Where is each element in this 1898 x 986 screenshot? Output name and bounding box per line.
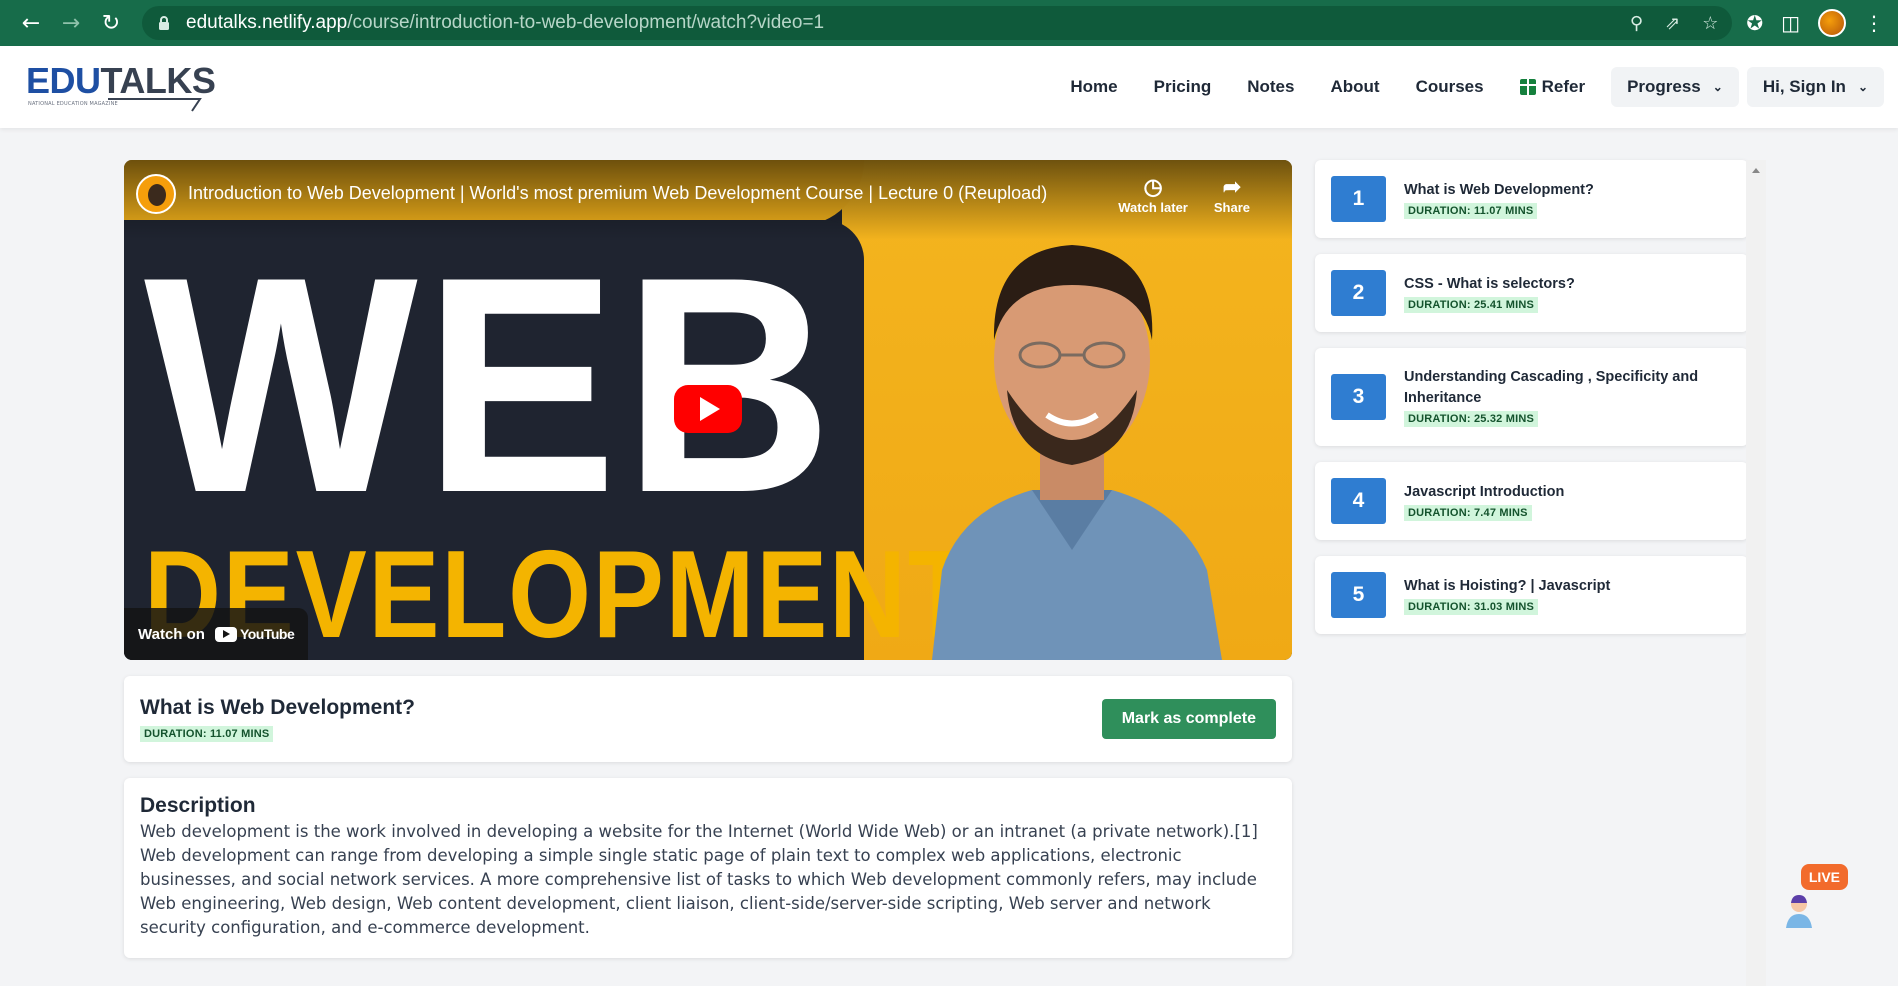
mark-complete-button[interactable]: Mark as complete (1101, 699, 1276, 739)
chevron-down-icon: ⌄ (1712, 80, 1723, 94)
url-text: edutalks.netlify.app/course/introduction… (186, 12, 825, 33)
main-content: WEB DEVELOPMENT Introduction to Web Deve… (124, 160, 1292, 958)
address-bar[interactable]: edutalks.netlify.app/course/introduction… (142, 6, 1733, 40)
forward-arrow-icon[interactable]: → (54, 6, 88, 40)
description-heading: Description (140, 794, 256, 817)
clock-icon: ◷ (1143, 174, 1163, 199)
thumbnail-web-text: WEB (144, 213, 839, 557)
scroll-up-arrow-icon[interactable] (1752, 168, 1760, 173)
description-text: Web development is the work involved in … (140, 822, 1258, 937)
progress-dropdown[interactable]: Progress ⌄ (1611, 67, 1739, 107)
extensions-puzzle-icon[interactable]: ✪ (1746, 11, 1763, 35)
video-title[interactable]: Introduction to Web Development | World'… (188, 183, 1047, 204)
description-card: Description Web development is the work … (124, 778, 1292, 958)
main-nav: Home Pricing Notes About Courses Refer P… (1052, 67, 1884, 107)
live-badge: LIVE (1800, 864, 1848, 890)
current-lesson-card: What is Web Development? DURATION: 11.07… (124, 676, 1292, 762)
reload-icon[interactable]: ↻ (94, 6, 128, 40)
chevron-down-icon: ⌄ (1857, 80, 1868, 94)
current-lesson-title: What is Web Development? (140, 696, 415, 719)
nav-pricing[interactable]: Pricing (1136, 77, 1230, 97)
duration-badge: DURATION: 25.41 MINS (1404, 296, 1539, 313)
duration-badge: DURATION: 25.32 MINS (1404, 411, 1539, 427)
watch-on-youtube-link[interactable]: Watch on YouTube (124, 608, 309, 660)
share-button[interactable]: ➦ Share (1214, 174, 1250, 215)
browser-toolbar: ← → ↻ edutalks.netlify.app/course/introd… (0, 0, 1898, 46)
nav-about[interactable]: About (1312, 77, 1397, 97)
gift-icon (1519, 79, 1536, 95)
profile-avatar-icon[interactable] (1818, 9, 1846, 37)
signin-dropdown[interactable]: Hi, Sign In ⌄ (1746, 67, 1884, 107)
playlist-scrollbar[interactable] (1746, 160, 1766, 986)
nav-courses[interactable]: Courses (1398, 77, 1502, 97)
duration-badge: DURATION: 11.07 MINS (140, 726, 274, 742)
nav-refer[interactable]: Refer (1502, 77, 1603, 97)
live-chat-widget[interactable]: LIVE (1784, 864, 1848, 928)
nav-notes[interactable]: Notes (1229, 77, 1312, 97)
play-button[interactable] (674, 385, 742, 433)
playlist-item[interactable]: 3 Understanding Cascading , Specificity … (1315, 348, 1748, 446)
duration-badge: DURATION: 31.03 MINS (1404, 598, 1539, 615)
side-panel-icon[interactable]: ◫ (1781, 11, 1800, 35)
presenter-image (932, 245, 1222, 660)
share-page-icon[interactable]: ⇗ (1665, 13, 1680, 34)
duration-badge: DURATION: 11.07 MINS (1404, 202, 1538, 219)
youtube-logo-icon: YouTube (214, 626, 295, 642)
support-agent-icon (1786, 895, 1812, 928)
zoom-icon[interactable]: ⚲ (1630, 13, 1643, 34)
channel-avatar[interactable] (136, 174, 176, 214)
bookmark-star-icon[interactable]: ☆ (1702, 13, 1718, 34)
nav-home[interactable]: Home (1052, 77, 1135, 97)
playlist-item[interactable]: 2 CSS - What is selectors? DURATION: 25.4… (1315, 254, 1748, 332)
back-arrow-icon[interactable]: ← (14, 6, 48, 40)
playlist-item[interactable]: 4 Javascript Introduction DURATION: 7.47 … (1315, 462, 1748, 540)
lesson-playlist: 1 What is Web Development? DURATION: 11.0… (1315, 160, 1748, 650)
duration-badge: DURATION: 7.47 MINS (1404, 504, 1532, 521)
playlist-item[interactable]: 1 What is Web Development? DURATION: 11.0… (1315, 160, 1748, 238)
logo-swoosh-icon (108, 98, 202, 112)
lock-icon (159, 16, 169, 30)
video-player[interactable]: WEB DEVELOPMENT Introduction to Web Deve… (124, 160, 1292, 660)
share-arrow-icon: ➦ (1222, 174, 1242, 199)
playlist-item[interactable]: 5 What is Hoisting? | Javascript DURATION… (1315, 556, 1748, 634)
watch-later-button[interactable]: ◷ Watch later (1118, 174, 1188, 215)
more-menu-icon[interactable]: ⋮ (1864, 11, 1884, 35)
site-header: EDUTALKS NATIONAL EDUCATION MAGAZINE Hom… (0, 46, 1898, 128)
edutalks-logo[interactable]: EDUTALKS NATIONAL EDUCATION MAGAZINE (26, 61, 216, 113)
